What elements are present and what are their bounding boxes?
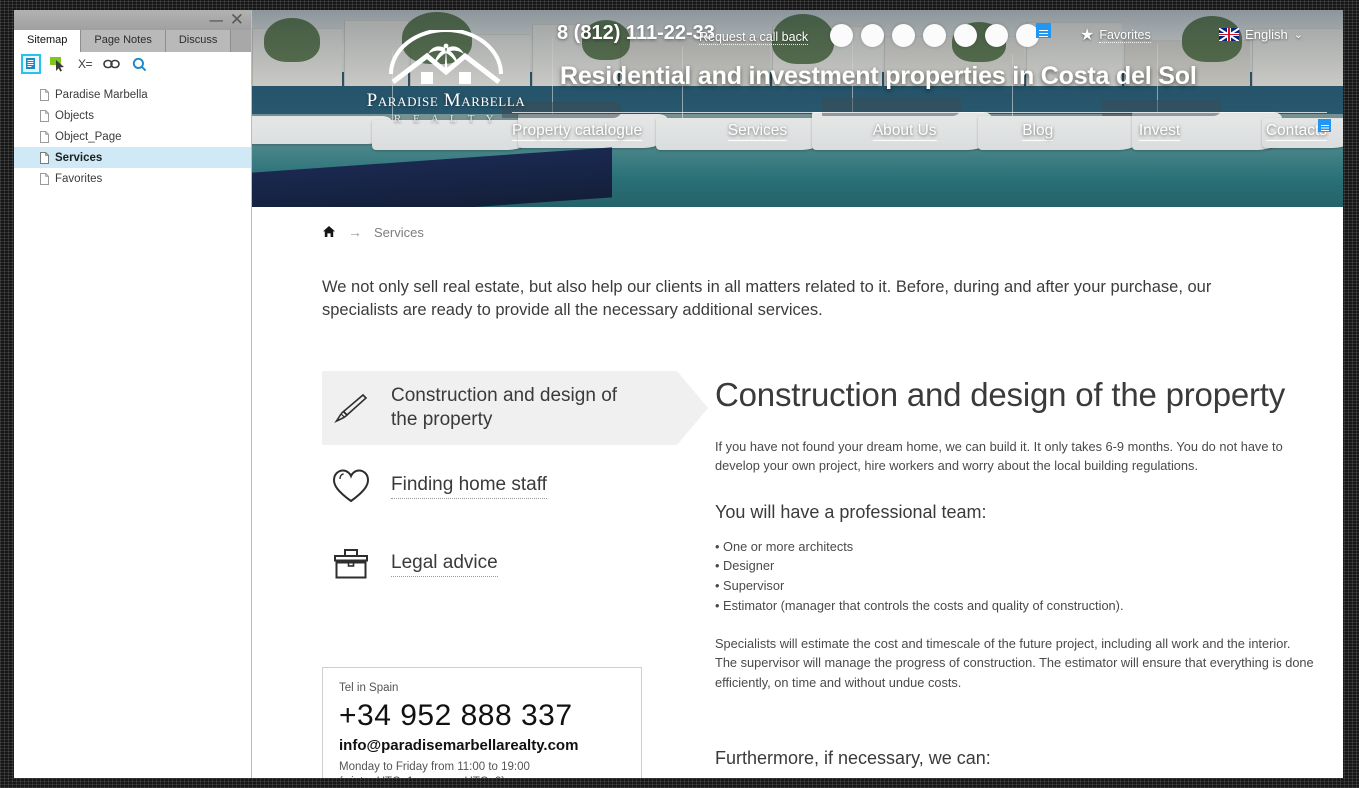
- logo-mark-icon: [348, 28, 544, 90]
- sitemap-item-favorites[interactable]: Favorites: [14, 168, 251, 189]
- logo-name: Paradise Marbella: [366, 90, 526, 111]
- nav-item-invest[interactable]: Invest: [1138, 122, 1181, 141]
- breadcrumb: → Services: [252, 207, 1343, 240]
- file-icon: [40, 130, 49, 143]
- sitemap-item-object-page[interactable]: Object_Page: [14, 126, 251, 147]
- chevron-down-icon: ⌄: [1293, 29, 1303, 41]
- browser-viewport: Paradise Marbella R E A L T Y 8 (812) 11…: [252, 10, 1343, 778]
- contact-card-phone[interactable]: +34 952 888 337: [339, 699, 625, 733]
- social-icon[interactable]: [923, 24, 946, 47]
- service-item-construction[interactable]: Construction and design of the property: [322, 370, 708, 445]
- service-item-legal-advice[interactable]: Legal advice: [322, 527, 677, 601]
- intro-paragraph: We not only sell real estate, but also h…: [322, 278, 1212, 320]
- social-links: [830, 24, 1039, 47]
- file-icon: [40, 172, 49, 185]
- minimize-icon[interactable]: —: [209, 12, 224, 27]
- service-item-label: Construction and design of the property: [391, 385, 618, 430]
- article-column: Construction and design of the property …: [715, 371, 1315, 778]
- breadcrumb-current: Services: [374, 224, 424, 240]
- list-item: One or more architects: [715, 537, 1315, 557]
- cms-edit-badge-icon[interactable]: [1318, 119, 1331, 132]
- panel-titlebar: — ✕: [14, 10, 251, 30]
- hours-line-2: (winter UTC+1, summer UTC+2): [339, 775, 625, 778]
- uk-flag-icon: [1219, 28, 1240, 41]
- header-phone[interactable]: 8 (812) 111-22-33: [557, 22, 715, 45]
- sitemap-item-paradise-marbella[interactable]: Paradise Marbella: [14, 84, 251, 105]
- article-heading-1: You will have a professional team:: [715, 501, 987, 522]
- sitemap-tree: Paradise Marbella Objects Object_Page Se…: [14, 77, 251, 189]
- panel-toolbar: X=: [14, 52, 251, 77]
- content-columns: Construction and design of the property …: [322, 370, 1343, 778]
- search-icon[interactable]: [130, 55, 148, 73]
- nav-item-services[interactable]: Services: [727, 122, 788, 141]
- site-logo[interactable]: Paradise Marbella R E A L T Y: [348, 28, 544, 125]
- contact-card-email[interactable]: info@paradisemarbellarealty.com: [339, 737, 625, 754]
- social-icon[interactable]: [861, 24, 884, 47]
- hours-line-1: Monday to Friday from 11:00 to 19:00: [339, 760, 530, 773]
- list-item: Estimator (manager that controls the cos…: [715, 596, 1315, 616]
- nav-item-property-catalogue[interactable]: Property catalogue: [512, 122, 643, 141]
- sitemap-item-services[interactable]: Services: [14, 147, 251, 168]
- sitemap-item-label: Object_Page: [55, 130, 122, 143]
- nav-item-blog[interactable]: Blog: [1022, 122, 1054, 141]
- page-icon[interactable]: [21, 54, 41, 74]
- file-icon: [40, 151, 49, 164]
- language-label: English: [1245, 27, 1288, 42]
- cms-edit-badge-icon[interactable]: [1036, 23, 1051, 38]
- close-icon[interactable]: ✕: [230, 11, 244, 28]
- contact-card: Tel in Spain +34 952 888 337 info@paradi…: [322, 666, 642, 778]
- social-icon[interactable]: [954, 24, 977, 47]
- sitemap-item-label: Paradise Marbella: [55, 88, 148, 101]
- primary-nav: Property catalogue Services About Us Blo…: [512, 112, 1331, 141]
- article-list-1: One or more architects Designer Supervis…: [715, 537, 1315, 616]
- site-header-hero: Paradise Marbella R E A L T Y 8 (812) 11…: [252, 10, 1343, 207]
- social-icon[interactable]: [985, 24, 1008, 47]
- tab-sitemap[interactable]: Sitemap: [14, 30, 82, 52]
- briefcase-icon: [329, 547, 373, 581]
- file-icon: [40, 109, 49, 122]
- tab-discuss[interactable]: Discuss: [165, 30, 232, 52]
- service-item-label: Finding home staff: [391, 473, 547, 499]
- contact-card-hours: Monday to Friday from 11:00 to 19:00 (wi…: [339, 760, 625, 778]
- list-item: Supervisor: [715, 576, 1315, 596]
- breadcrumb-arrow: →: [348, 224, 362, 240]
- star-icon: ★: [1080, 26, 1095, 44]
- contact-card-label: Tel in Spain: [339, 681, 399, 694]
- variable-icon[interactable]: X=: [76, 55, 94, 73]
- file-icon: [40, 88, 49, 101]
- language-selector[interactable]: English ⌄: [1219, 27, 1303, 42]
- social-icon[interactable]: [830, 24, 853, 47]
- article-heading-2: Furthermore, if necessary, we can:: [715, 748, 991, 769]
- sitemap-item-objects[interactable]: Objects: [14, 105, 251, 126]
- paintbrush-icon: [329, 390, 373, 426]
- favorites-link[interactable]: ★ Favorites: [1080, 26, 1151, 44]
- nav-item-about-us[interactable]: About Us: [872, 122, 937, 141]
- service-item-label: Legal advice: [391, 551, 498, 577]
- service-item-finding-home-staff[interactable]: Finding home staff: [322, 449, 677, 523]
- link-icon[interactable]: [103, 55, 121, 73]
- screen: — ✕ Sitemap Page Notes Discuss X= Paradi…: [0, 0, 1359, 788]
- article-paragraph-2: Specialists will estimate the cost and t…: [715, 635, 1314, 690]
- cms-sitemap-panel: — ✕ Sitemap Page Notes Discuss X= Paradi…: [14, 10, 252, 778]
- page-content: → Services We not only sell real estate,…: [252, 207, 1343, 778]
- home-icon[interactable]: [322, 225, 336, 240]
- list-item: Designer: [715, 556, 1315, 576]
- service-menu-column: Construction and design of the property …: [322, 370, 708, 778]
- panel-tabs: Sitemap Page Notes Discuss: [14, 30, 251, 52]
- heart-icon: [329, 468, 373, 504]
- sitemap-item-label: Objects: [55, 109, 94, 122]
- favorites-label: Favorites: [1099, 28, 1151, 43]
- sitemap-item-label: Favorites: [55, 172, 103, 185]
- request-callback-link[interactable]: Request a call back: [699, 30, 809, 45]
- article-title: Construction and design of the property: [715, 375, 1286, 413]
- social-icon[interactable]: [892, 24, 915, 47]
- hero-title: Residential and investment properties in…: [560, 62, 1197, 90]
- select-cursor-icon[interactable]: [49, 55, 67, 73]
- sitemap-item-label: Services: [55, 151, 103, 164]
- tab-page-notes[interactable]: Page Notes: [81, 30, 166, 52]
- article-paragraph-1: If you have not found your dream home, w…: [715, 438, 1283, 474]
